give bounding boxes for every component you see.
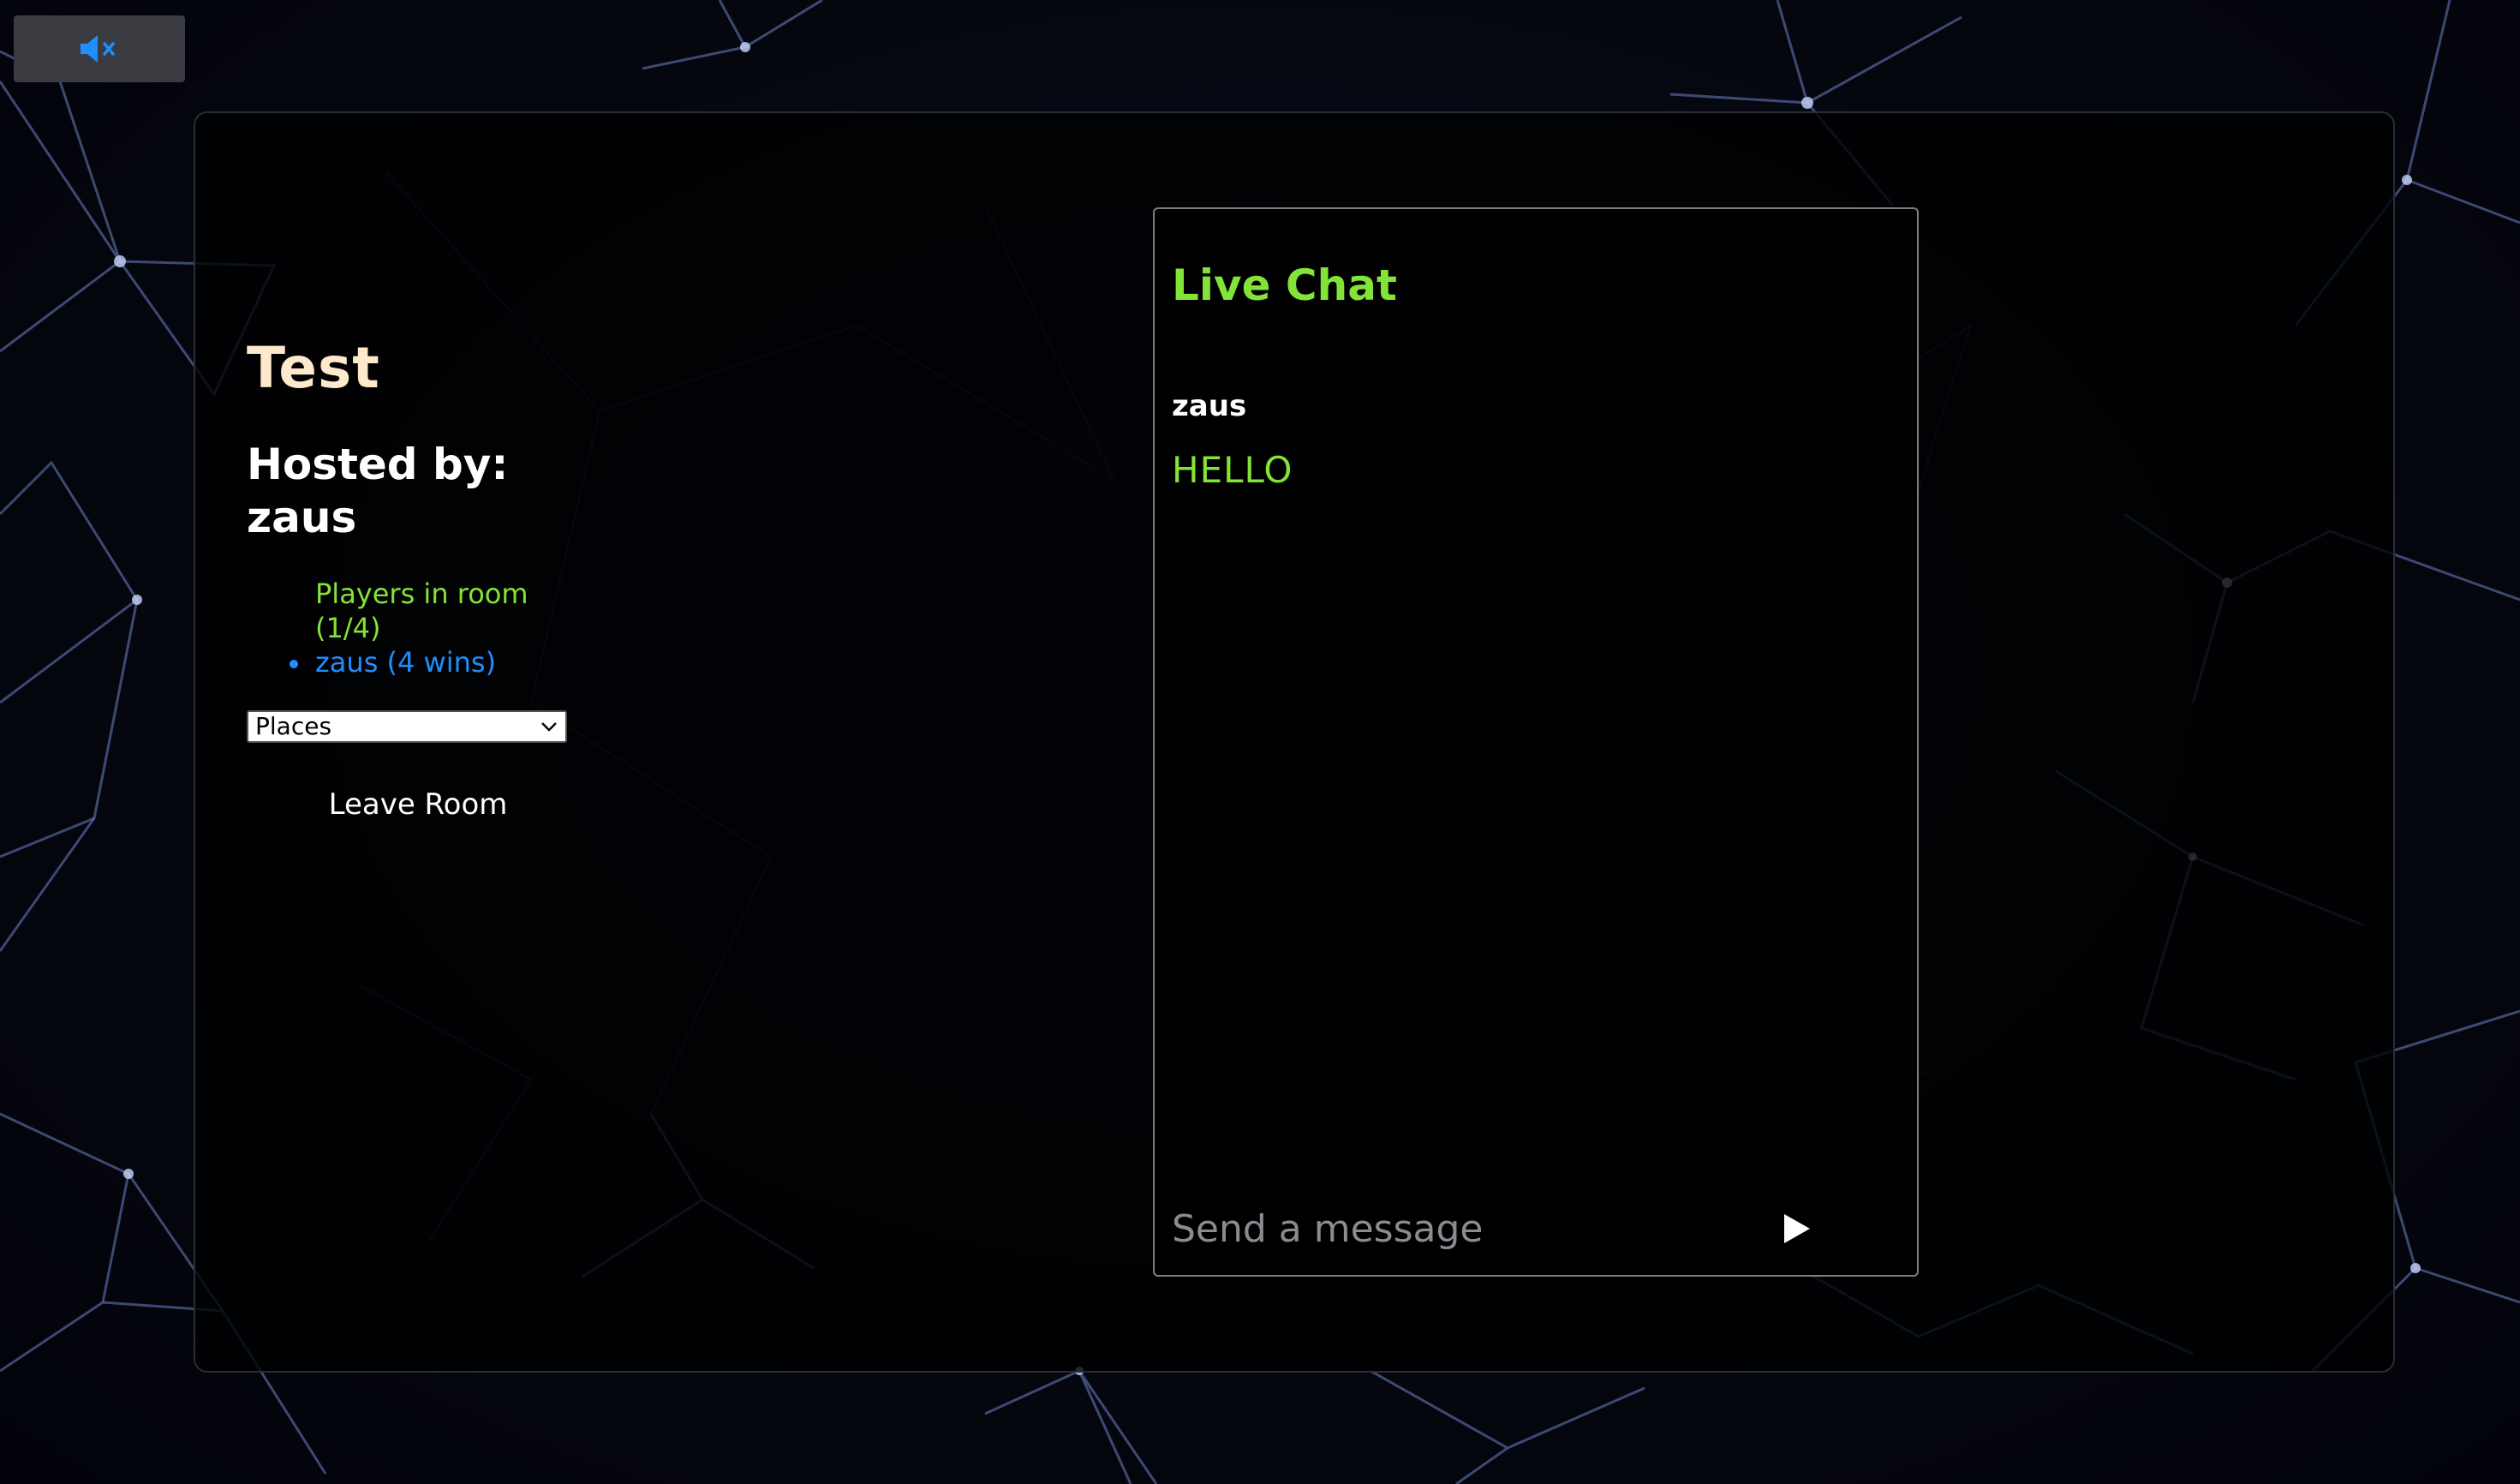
player-item: zaus (4 wins) [290, 645, 615, 679]
page: Test Hosted by: zaus Players in room (1/… [0, 0, 2520, 1484]
players-count: (1/4) [315, 611, 381, 644]
chat-input-row [1172, 1194, 1823, 1263]
message-text: HELLO [1172, 449, 1293, 491]
speaker-muted-icon [81, 35, 115, 63]
mute-toggle-button[interactable] [14, 15, 185, 82]
players-section: Players in room (1/4) zaus (4 wins) [247, 577, 615, 679]
category-select[interactable]: Places [247, 709, 567, 743]
chat-message: zaus HELLO [1172, 389, 1900, 491]
message-author: zaus [1172, 389, 1247, 423]
live-chat-panel: Live Chat zaus HELLO [1153, 207, 1919, 1277]
hosted-by-label: Hosted by: [247, 439, 509, 489]
chat-title: Live Chat [1172, 260, 1397, 310]
chevron-down-icon [541, 721, 557, 732]
play-triangle-icon [1784, 1214, 1810, 1243]
room-info: Test Hosted by: zaus Players in room (1/… [247, 335, 615, 829]
host-name: zaus [247, 492, 357, 542]
players-list: zaus (4 wins) [290, 645, 615, 679]
room-title: Test [247, 335, 380, 401]
players-heading: Players in room [315, 577, 528, 610]
category-select-value: Places [255, 712, 332, 741]
hosted-by: Hosted by: zaus [247, 438, 615, 544]
chat-message-input[interactable] [1172, 1199, 1754, 1259]
leave-room-button[interactable]: Leave Room [247, 781, 589, 829]
chat-messages: zaus HELLO [1172, 389, 1900, 491]
send-message-button[interactable] [1771, 1203, 1823, 1254]
room-panel: Test Hosted by: zaus Players in room (1/… [194, 111, 2395, 1373]
